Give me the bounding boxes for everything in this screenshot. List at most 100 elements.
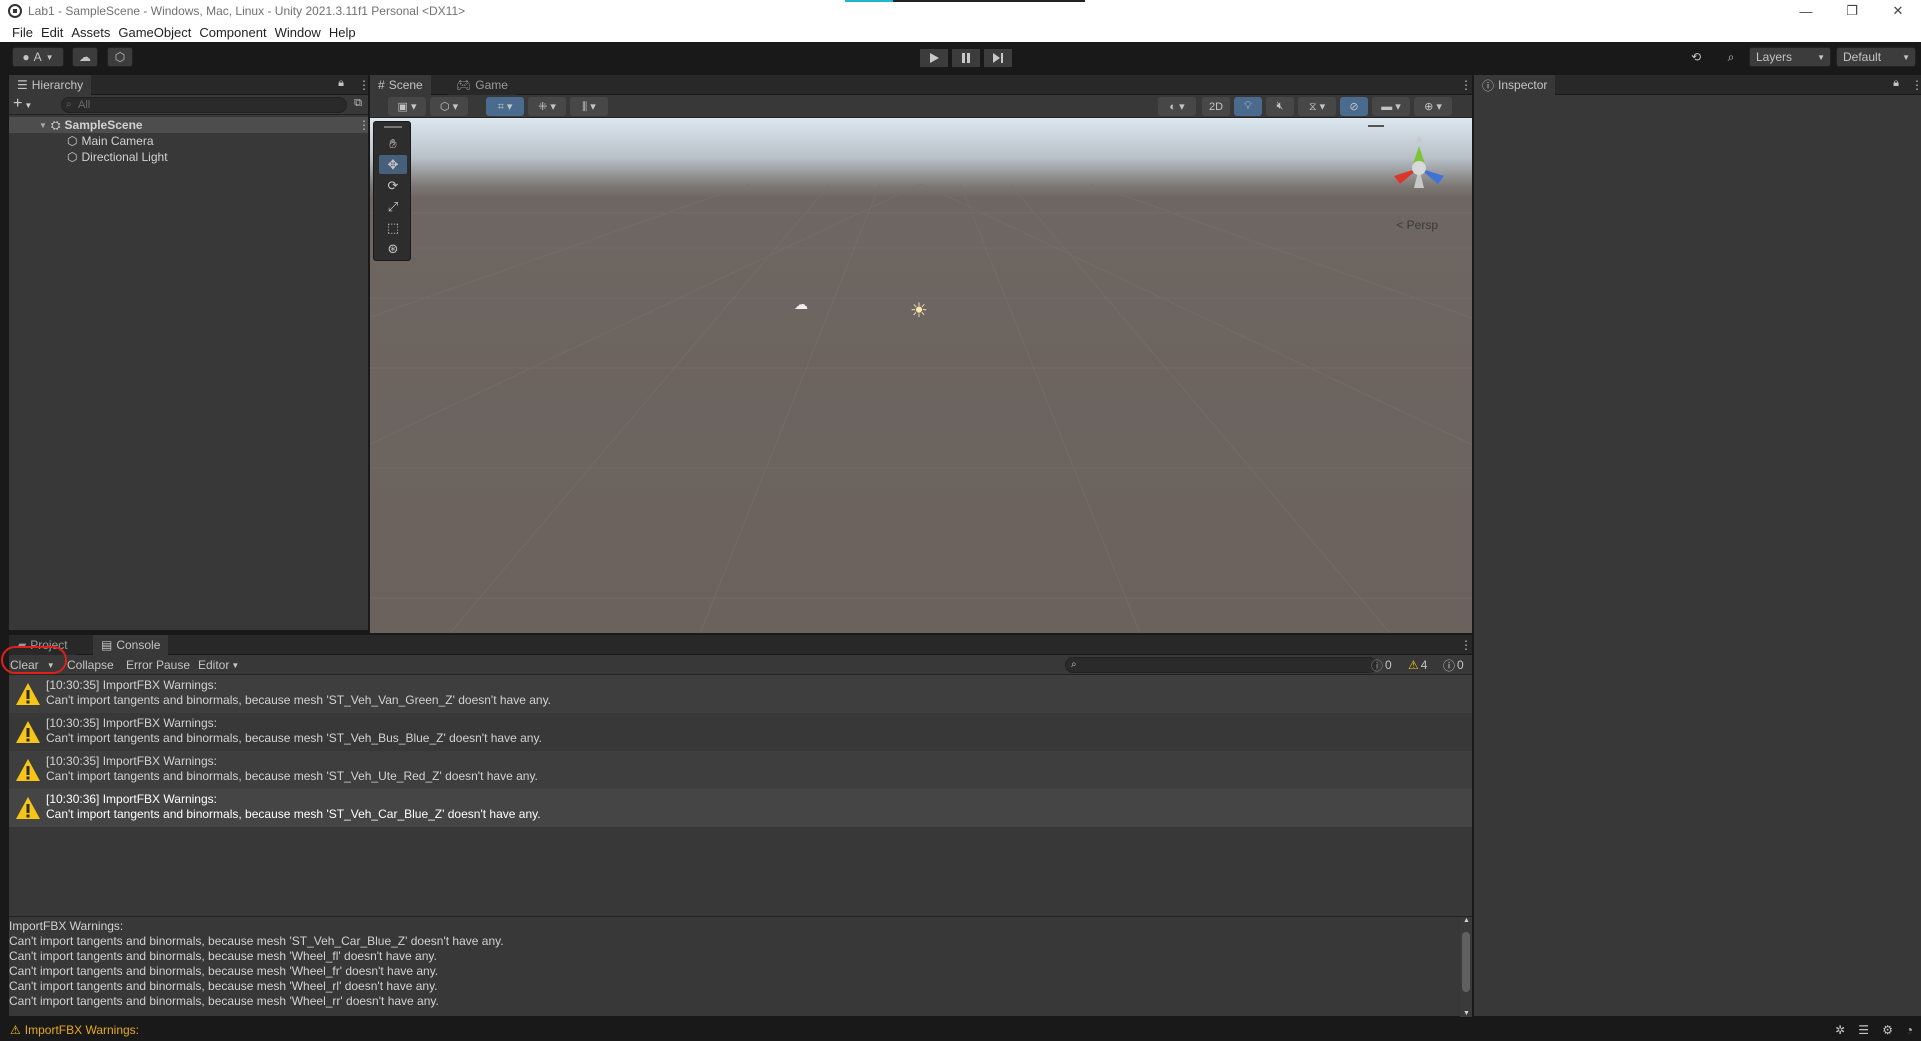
pause-button[interactable] xyxy=(952,49,980,67)
chevron-down-icon: ▼ xyxy=(231,660,240,670)
menu-gameobject[interactable]: GameObject xyxy=(118,25,199,40)
cache-icon[interactable]: ☰ xyxy=(1858,1023,1869,1037)
menu-file[interactable]: File xyxy=(0,25,41,40)
status-message[interactable]: ImportFBX Warnings: xyxy=(25,1023,139,1037)
tab-game[interactable]: 🎮︎ Game xyxy=(448,75,516,95)
scroll-up-icon[interactable]: ▲ xyxy=(1463,917,1470,924)
tool-palette: ✋︎ ✥ ⟳ ⤢ ⬚ ⊛ xyxy=(373,121,411,261)
auto-refresh-icon[interactable]: ◔ xyxy=(1906,1023,1913,1037)
increment-snap-dropdown[interactable]: ⁜ ▾ xyxy=(528,97,566,116)
transform-tool[interactable]: ⊛ xyxy=(379,239,407,258)
palette-handle[interactable] xyxy=(384,126,402,128)
draw-mode-dropdown[interactable]: ▣ ▾ xyxy=(388,97,426,116)
expand-arrow-icon[interactable]: ▼ xyxy=(39,121,47,130)
log-detail-pane[interactable]: ImportFBX Warnings: Can't import tangent… xyxy=(9,916,1472,1017)
menu-window[interactable]: Window xyxy=(275,25,329,40)
scene-viewport[interactable]: ✋︎ ✥ ⟳ ⤢ ⬚ ⊛ ☁ ☀ < Persp xyxy=(370,118,1472,633)
account-dropdown[interactable]: ● A ▼ xyxy=(12,47,64,67)
hierarchy-tabbar: ☰ Hierarchy 🔒︎ ⋮ xyxy=(9,75,370,95)
search-button[interactable]: ⌕ xyxy=(1718,47,1744,67)
camera-gizmo-icon[interactable]: ☁ xyxy=(794,296,808,313)
search-icon: ⌕ xyxy=(1727,49,1735,64)
render-pipeline-icon[interactable]: ⚙ xyxy=(1882,1023,1893,1037)
collab-icon: ⬡ xyxy=(114,50,126,64)
warning-count-toggle[interactable]: ⚠ 4 xyxy=(1408,657,1427,673)
scene-menu-icon[interactable]: ⋮ xyxy=(358,115,370,135)
move-tool[interactable]: ✥ xyxy=(379,155,407,174)
log-message: Can't import tangents and binormals, bec… xyxy=(46,769,538,783)
tab-hierarchy[interactable]: ☰ Hierarchy xyxy=(9,75,92,95)
scene-visibility-toggle[interactable]: ⊘ xyxy=(1340,97,1368,116)
toggle-2d-button[interactable]: 2D xyxy=(1202,97,1230,116)
minimize-button[interactable]: — xyxy=(1783,0,1829,22)
detail-line: Can't import tangents and binormals, bec… xyxy=(9,979,438,993)
hierarchy-item[interactable]: ⬡ Directional Light xyxy=(9,149,368,165)
log-entry[interactable]: [10:30:35] ImportFBX Warnings: Can't imp… xyxy=(9,675,1472,713)
scrollbar-thumb[interactable] xyxy=(1462,932,1470,992)
panel-menu-icon[interactable]: ⋮ xyxy=(1460,635,1472,655)
shading-dropdown[interactable]: ⬡ ▾ xyxy=(430,97,468,116)
window-title: Lab1 - SampleScene - Windows, Mac, Linux… xyxy=(28,4,466,18)
lock-icon[interactable]: 🔒︎ xyxy=(1893,77,1899,90)
collab-button[interactable]: ⬡ xyxy=(107,47,133,67)
snapping-dropdown[interactable]: ⫼ ▾ xyxy=(570,97,608,116)
menu-assets[interactable]: Assets xyxy=(71,25,118,40)
detail-scrollbar[interactable]: ▲ ▼ xyxy=(1460,917,1472,1017)
layers-dropdown[interactable]: Layers ▼ xyxy=(1749,47,1831,67)
layout-dropdown[interactable]: Default ▼ xyxy=(1836,47,1916,67)
perspective-label[interactable]: < Persp xyxy=(1396,218,1438,232)
step-button[interactable] xyxy=(984,49,1012,67)
panel-menu-icon[interactable]: ⋮ xyxy=(1911,75,1921,95)
menu-component[interactable]: Component xyxy=(199,25,274,40)
hierarchy-item[interactable]: ⬡ Main Camera xyxy=(9,133,368,149)
bug-icon[interactable]: ✲ xyxy=(1835,1023,1845,1037)
collapse-button[interactable]: Collapse xyxy=(67,657,114,673)
tab-console[interactable]: ▤ Console xyxy=(93,635,169,655)
tab-scene[interactable]: # Scene xyxy=(370,75,431,95)
console-tabbar: ▰ Project ▤ Console ⋮ xyxy=(9,635,1472,655)
lock-icon[interactable]: 🔒︎ xyxy=(338,77,344,90)
history-button[interactable]: ⟲ xyxy=(1683,47,1709,67)
rect-tool[interactable]: ⬚ xyxy=(379,218,407,237)
error-count-toggle[interactable]: ⓘ 0 xyxy=(1443,657,1464,673)
log-entry[interactable]: [10:30:35] ImportFBX Warnings: Can't imp… xyxy=(9,713,1472,751)
menu-edit[interactable]: Edit xyxy=(41,25,71,40)
scene-panel: # Scene 🎮︎ Game ⋮ ▣ ▾ ⬡ ▾ ⌗ ▾ ⁜ ▾ ⫼ ▾ ◐ … xyxy=(370,75,1472,633)
light-gizmo-icon[interactable]: ☀ xyxy=(910,298,928,323)
rotate-tool[interactable]: ⟳ xyxy=(379,176,407,195)
panel-menu-icon[interactable]: ⋮ xyxy=(358,75,370,95)
cloud-icon: ☁ xyxy=(79,50,91,64)
hand-tool[interactable]: ✋︎ xyxy=(379,134,407,153)
title-accent xyxy=(845,0,1085,2)
info-count-toggle[interactable]: ⓘ 0 xyxy=(1371,657,1392,673)
camera-dropdown[interactable]: ▬ ▾ xyxy=(1372,97,1410,116)
detail-line: ImportFBX Warnings: xyxy=(9,919,124,933)
panel-menu-icon[interactable]: ⋮ xyxy=(1460,75,1472,95)
console-search-input[interactable]: ⌕ xyxy=(1065,657,1377,673)
scene-row[interactable]: ▼ ⛭ SampleScene ⋮ xyxy=(9,115,370,135)
orientation-gizmo-icon[interactable] xyxy=(1384,128,1454,208)
gizmo-handle[interactable] xyxy=(1368,125,1384,127)
effects-dropdown[interactable]: ⧖ ▾ xyxy=(1298,97,1336,116)
create-button[interactable]: + ▼ xyxy=(13,95,32,115)
cloud-button[interactable]: ☁ xyxy=(72,47,98,67)
tab-inspector[interactable]: ⓘ Inspector xyxy=(1474,75,1556,95)
grid-snap-dropdown[interactable]: ⌗ ▾ xyxy=(486,97,524,116)
restore-button[interactable]: ❐ xyxy=(1829,0,1875,22)
close-button[interactable]: ✕ xyxy=(1875,0,1921,22)
render-mode-dropdown[interactable]: ◐ ▾ xyxy=(1158,97,1196,116)
editor-dropdown[interactable]: Editor ▼ xyxy=(198,657,239,673)
log-entry[interactable]: [10:30:36] ImportFBX Warnings: Can't imp… xyxy=(9,789,1472,827)
warning-icon xyxy=(16,683,40,705)
error-pause-button[interactable]: Error Pause xyxy=(126,657,190,673)
scene-visibility-icon[interactable]: ⧉ xyxy=(354,97,362,110)
log-entry[interactable]: [10:30:35] ImportFBX Warnings: Can't imp… xyxy=(9,751,1472,789)
hierarchy-search-input[interactable]: ⌕ All xyxy=(61,97,347,113)
menu-help[interactable]: Help xyxy=(329,25,364,40)
scroll-down-icon[interactable]: ▼ xyxy=(1463,1010,1470,1017)
audio-toggle[interactable]: 🔇︎ xyxy=(1266,97,1294,116)
gizmos-dropdown[interactable]: ⊕ ▾ xyxy=(1414,97,1452,116)
scale-tool[interactable]: ⤢ xyxy=(379,197,407,216)
lighting-toggle[interactable]: 💡︎ xyxy=(1234,97,1262,116)
play-button[interactable] xyxy=(920,49,948,67)
